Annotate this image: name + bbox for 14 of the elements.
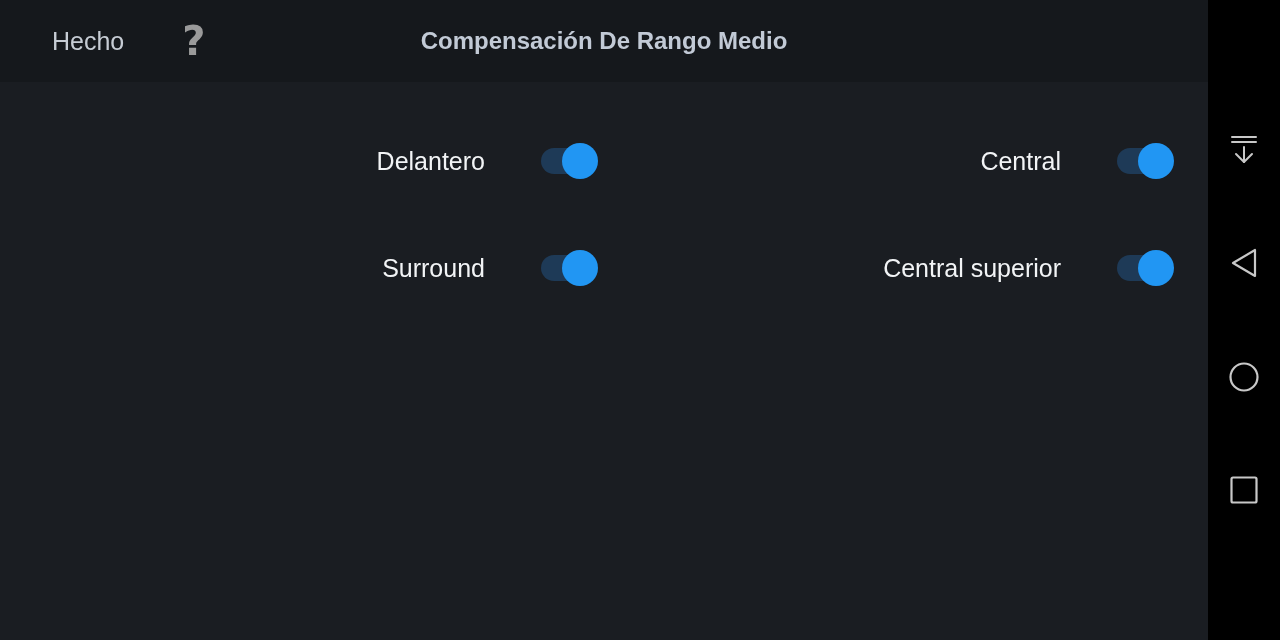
recent-apps-icon[interactable] — [1230, 476, 1258, 504]
home-icon[interactable] — [1229, 362, 1259, 392]
toggle-switch[interactable] — [541, 250, 598, 286]
switch-label: Surround — [382, 253, 485, 283]
toggle-switch[interactable] — [541, 143, 598, 179]
done-button[interactable]: Hecho — [40, 22, 137, 60]
screen-title: Compensación De Rango Medio — [420, 27, 788, 55]
help-button[interactable]: ? — [178, 19, 210, 63]
back-icon[interactable] — [1231, 248, 1257, 278]
toggle-switch[interactable] — [1117, 143, 1174, 179]
toggle-switch[interactable] — [1117, 250, 1174, 286]
switch-label: Central superior — [883, 253, 1061, 283]
switch-label: Delantero — [376, 146, 485, 176]
switch-label: Central — [980, 146, 1061, 176]
